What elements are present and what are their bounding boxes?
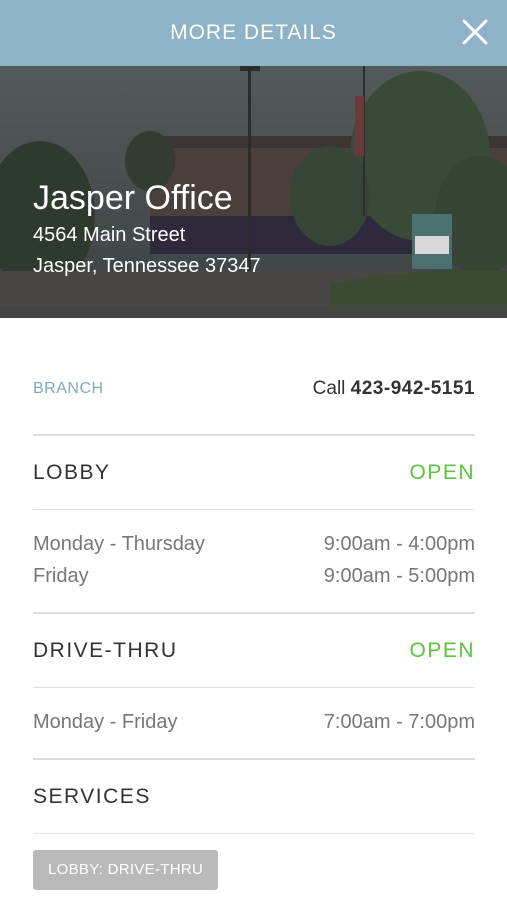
hours-time: 7:00am - 7:00pm — [323, 711, 475, 733]
hours-days: Monday - Friday — [33, 711, 178, 733]
page-title: MORE DETAILS — [170, 21, 337, 44]
lobby-status-badge: OPEN — [409, 460, 475, 484]
hours-row: Friday 9:00am - 5:00pm — [33, 560, 475, 592]
hours-time: 9:00am - 5:00pm — [323, 565, 475, 587]
office-info: Jasper Office 4564 Main Street Jasper, T… — [33, 178, 261, 282]
branch-row: BRANCH Call 423-942-5151 — [33, 318, 475, 436]
branch-label: BRANCH — [33, 380, 104, 397]
hours-time: 9:00am - 4:00pm — [323, 533, 475, 555]
services-header: SERVICES — [33, 760, 475, 834]
lobby-title: LOBBY — [33, 460, 111, 484]
details-content: BRANCH Call 423-942-5151 LOBBY OPEN Mond… — [33, 318, 475, 890]
details-screen: MORE DETAILS Jasper Office 4564 Main Str… — [0, 0, 507, 900]
close-icon — [462, 19, 488, 45]
close-button[interactable] — [461, 18, 489, 46]
header-bar: MORE DETAILS — [0, 0, 507, 66]
drive-thru-hours: Monday - Friday 7:00am - 7:00pm — [33, 688, 475, 760]
phone-number[interactable]: 423-942-5151 — [351, 378, 475, 399]
address-city: Jasper, Tennessee 37347 — [33, 255, 261, 277]
lobby-header: LOBBY OPEN — [33, 436, 475, 510]
office-name: Jasper Office — [33, 179, 233, 217]
drive-thru-status-badge: OPEN — [409, 638, 475, 662]
hours-days: Monday - Thursday — [33, 533, 205, 555]
lobby-hours: Monday - Thursday 9:00am - 4:00pm Friday… — [33, 510, 475, 614]
drive-thru-header: DRIVE-THRU OPEN — [33, 614, 475, 688]
address-street: 4564 Main Street — [33, 224, 186, 246]
hours-days: Friday — [33, 565, 89, 587]
office-hero: Jasper Office 4564 Main Street Jasper, T… — [0, 66, 507, 318]
call-prefix: Call — [312, 378, 346, 399]
hours-row: Monday - Friday 7:00am - 7:00pm — [33, 706, 475, 738]
services-title: SERVICES — [33, 784, 151, 808]
hours-row: Monday - Thursday 9:00am - 4:00pm — [33, 528, 475, 560]
service-tag[interactable]: LOBBY: DRIVE-THRU — [33, 850, 219, 890]
drive-thru-title: DRIVE-THRU — [33, 638, 178, 662]
call-link[interactable]: Call 423-942-5151 — [313, 378, 475, 400]
